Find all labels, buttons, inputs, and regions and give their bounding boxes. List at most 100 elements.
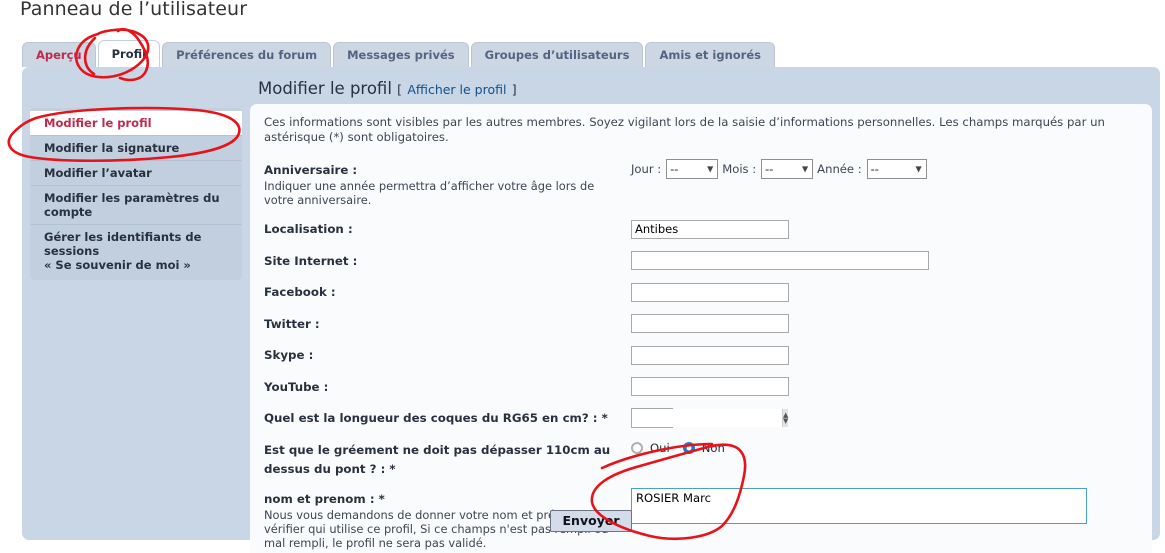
chevron-down-icon: ▼ [707,164,714,174]
form-row-youtube: YouTube : [264,376,1138,396]
label-localisation: Localisation : [264,222,353,236]
label-longueur-coques: Quel est la longueur des coques du RG65 … [264,411,608,425]
field-label-wrap: Est que le gréement ne doit pas dépasser… [264,439,631,477]
form-row-greement: Est que le gréement ne doit pas dépasser… [264,439,1138,477]
select-annee-value: -- [870,162,879,176]
field-wrap-longueur-coques: ▲ ▼ [631,407,1138,428]
sidebar-item-modifier-le-profil[interactable]: Modifier le profil [30,111,242,136]
content-heading: Modifier le profil [258,79,392,98]
ucp-panel: Modifier le profil Modifier la signature… [22,67,1160,553]
content-column: Modifier le profil [ Afficher le profil … [250,75,1152,553]
sidebar-item-label: Modifier les paramètres du compte [44,191,220,219]
user-control-panel-page: Panneau de l’utilisateur Aperçu Profil P… [0,0,1165,553]
view-profile-link[interactable]: Afficher le profil [407,82,506,97]
sidebar-nav: Modifier le profil Modifier la signature… [30,108,242,280]
radio-label-non[interactable]: Non [702,441,725,455]
sidebar-item-modifier-les-parametres-du-compte[interactable]: Modifier les paramètres du compte [30,186,242,225]
form-row-site-internet: Site Internet : [264,250,1138,270]
tab-label: Préférences du forum [176,48,318,62]
form-row-anniversaire: Anniversaire : Indiquer une année permet… [264,159,1138,207]
tab-preferences-du-forum[interactable]: Préférences du forum [162,42,332,67]
sidebar-item-label: Modifier le profil [44,116,152,130]
content-header: Modifier le profil [ Afficher le profil … [250,75,1152,104]
select-jour-value: -- [670,162,679,176]
form-intro-text: Ces informations sont visibles par les a… [264,115,1105,144]
label-jour: Jour : [631,162,662,176]
field-wrap-skype [631,344,1138,365]
tab-apercu[interactable]: Aperçu [22,42,96,67]
field-label-wrap: Twitter : [264,313,631,332]
bracket-open: [ [397,82,403,97]
sidebar-item-label: Modifier la signature [44,141,180,155]
tab-label: Aperçu [36,48,82,62]
tab-groupes-dutilisateurs[interactable]: Groupes d’utilisateurs [470,42,644,67]
field-wrap-facebook [631,281,1138,302]
tab-amis-et-ignores[interactable]: Amis et ignorés [645,42,775,67]
site-internet-input[interactable] [631,251,929,270]
tab-label: Profil [111,47,147,61]
select-jour[interactable]: -- ▼ [666,159,719,179]
field-wrap-youtube [631,376,1138,396]
field-label-wrap: Localisation : [264,218,631,237]
greement-radio-group: Oui Non [631,439,1138,455]
tab-messages-prives[interactable]: Messages privés [333,42,469,67]
tab-strip: Aperçu Profil Préférences du forum Messa… [22,40,777,67]
tab-label: Messages privés [347,48,455,62]
form-row-localisation: Localisation : [264,218,1138,239]
sidebar-item-modifier-la-signature[interactable]: Modifier la signature [30,136,242,161]
select-annee[interactable]: -- ▼ [866,159,927,179]
page-title: Panneau de l’utilisateur [20,0,248,20]
radio-label-oui[interactable]: Oui [650,441,670,455]
label-greement: Est que le gréement ne doit pas dépasser… [264,442,611,476]
label-nom-et-prenom: nom et prenom : * [264,491,385,506]
radio-non[interactable] [682,441,695,454]
birthday-selectors: Jour : -- ▼ Mois : -- ▼ Année : -- ▼ [631,159,1138,179]
skype-input[interactable] [631,345,789,365]
longueur-coques-input[interactable] [632,408,782,427]
longueur-coques-stepper[interactable]: ▲ ▼ [631,407,789,428]
field-wrap-twitter [631,313,1138,333]
facebook-input[interactable] [631,282,789,302]
label-site-internet: Site Internet : [264,253,358,268]
chevron-down-icon: ▼ [915,164,922,174]
label-facebook: Facebook : [264,285,336,299]
form-row-skype: Skype : [264,344,1138,365]
field-label-wrap: Facebook : [264,281,631,300]
tab-label: Groupes d’utilisateurs [484,48,630,62]
label-mois: Mois : [722,162,757,176]
hint-anniversaire: Indiquer une année permettra d’afficher … [264,179,595,207]
select-mois-value: -- [765,162,774,176]
sidebar-item-label: Modifier l’avatar [44,166,152,180]
tab-label: Amis et ignorés [659,48,761,62]
field-label-wrap: Quel est la longueur des coques du RG65 … [264,407,631,426]
form-row-longueur-coques: Quel est la longueur des coques du RG65 … [264,407,1138,428]
field-wrap-site-internet [631,250,1138,270]
stepper-arrows-icon[interactable]: ▲ ▼ [782,408,789,427]
field-label-wrap: YouTube : [264,376,631,395]
chevron-down-icon: ▼ [802,164,809,174]
field-label-wrap: Site Internet : [264,250,631,269]
label-youtube: YouTube : [264,379,329,394]
profile-form-card: Ces informations sont visibles par les a… [250,104,1152,553]
tab-profil[interactable]: Profil [97,40,161,67]
sidebar-item-gerer-les-identifiants-de-sessions[interactable]: Gérer les identifiants de sessions « Se … [30,225,242,277]
submit-area: Envoyer [22,510,1160,532]
field-wrap-anniversaire: Jour : -- ▼ Mois : -- ▼ Année : -- ▼ [631,159,1138,179]
radio-oui[interactable] [631,441,643,454]
form-row-twitter: Twitter : [264,313,1138,333]
youtube-input[interactable] [631,377,789,396]
label-annee: Année : [817,162,862,176]
field-label-wrap: Anniversaire : Indiquer une année permet… [264,159,631,207]
twitter-input[interactable] [631,314,789,333]
chevron-down-icon[interactable]: ▼ [783,417,788,424]
field-wrap-greement: Oui Non [631,439,1138,455]
label-twitter: Twitter : [264,316,320,331]
submit-button[interactable]: Envoyer [549,510,633,532]
sidebar-item-modifier-lavatar[interactable]: Modifier l’avatar [30,161,242,186]
label-skype: Skype : [264,348,314,362]
label-anniversaire: Anniversaire : [264,163,358,177]
localisation-input[interactable] [631,219,789,239]
field-label-wrap: Skype : [264,344,631,363]
select-mois[interactable]: -- ▼ [761,159,814,179]
sidebar-item-sublabel: « Se souvenir de moi » [44,258,191,272]
